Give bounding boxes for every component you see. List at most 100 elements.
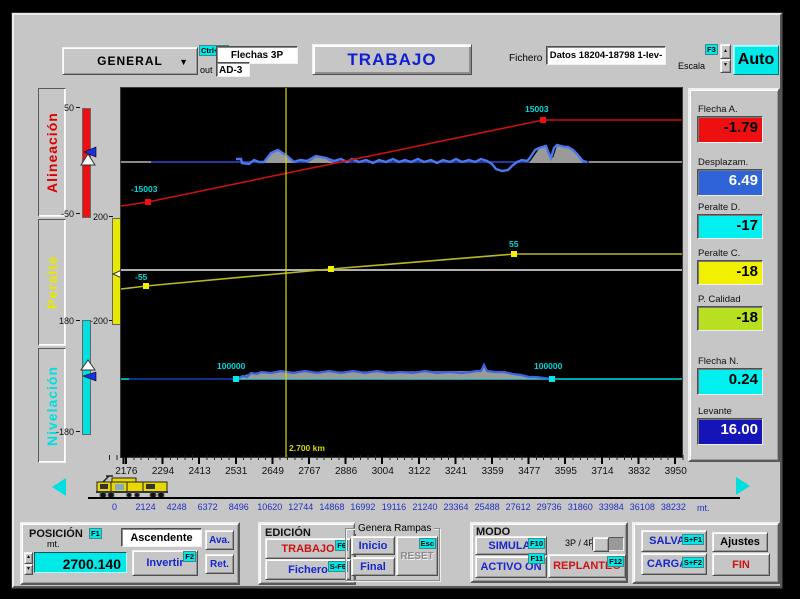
flecha-a-label: Flecha A. (698, 104, 738, 115)
3p-4p-toggle[interactable] (592, 537, 624, 552)
nivelacion-end-label: 100000 (534, 361, 563, 371)
posicion-panel: POSICIÓN F1 mt. Ascendente Ava. ▲ ▼ 2700… (20, 522, 240, 585)
meters-label: 10620 (257, 502, 283, 512)
nivelacion-end-point[interactable] (549, 376, 555, 382)
general-dropdown[interactable]: GENERAL ▼ (62, 47, 198, 75)
meters-label: 31860 (567, 502, 593, 512)
nivelacion-slider-marker[interactable] (78, 358, 100, 382)
f10-badge: F10 (528, 538, 545, 549)
peralte-start-point[interactable] (143, 283, 149, 289)
peralte-d-label: Peralte D. (698, 202, 741, 213)
posicion-unit-label: mt. (47, 539, 60, 549)
invertir-button[interactable]: Invertir F2 (132, 550, 198, 576)
nivelacion-scale-max: 180 (58, 316, 74, 326)
carga-button[interactable]: CARGA S+F2 (641, 553, 707, 575)
salva-button[interactable]: SALVA S+F1 (641, 530, 707, 552)
x-axis-label: 3950 (664, 466, 687, 477)
alineacion-start-point[interactable] (145, 199, 151, 205)
edicion-fichero-button[interactable]: Fichero S-F6 (265, 559, 351, 580)
avanzar-button[interactable]: Ava. (205, 530, 234, 550)
auto-button[interactable]: Auto (733, 45, 779, 75)
f1-badge: F1 (89, 528, 102, 539)
3p-4p-toggle-thumb[interactable] (593, 537, 609, 552)
meters-label: 27612 (505, 502, 531, 512)
position-spinner-down-icon[interactable]: ▼ (24, 563, 33, 575)
meters-label: 6372 (197, 502, 218, 512)
position-spinner[interactable]: ▲ ▼ (24, 552, 33, 575)
peralte-mid-point[interactable] (328, 266, 334, 272)
out-field[interactable]: AD-3 (216, 62, 250, 77)
reset-button[interactable]: RESET Esc (396, 536, 438, 576)
edicion-panel: EDICIÓN TRABAJO F6 Fichero S-F6 (258, 522, 356, 585)
peralte-end-point[interactable] (511, 251, 517, 257)
meters-label: 14868 (319, 502, 345, 512)
values-group-nivelacion: Flecha N. 0.24 Levante 16.00 (697, 356, 763, 456)
f3-badge: F3 (705, 44, 718, 55)
final-button[interactable]: Final (351, 557, 395, 576)
meters-label: 12744 (288, 502, 314, 512)
fichero-field[interactable]: Datos 18204-18798 1-lev- (546, 46, 666, 65)
p-calidad-value-box: -18 (697, 306, 763, 331)
edicion-fichero-label: Fichero (288, 563, 328, 576)
activo-on-button[interactable]: ACTIVO ON F11 (475, 553, 547, 578)
escala-spinner-down-icon[interactable]: ▼ (720, 58, 731, 73)
alineacion-slider-marker[interactable] (78, 144, 100, 168)
inicio-button[interactable]: Inicio (351, 536, 395, 555)
ajustes-button[interactable]: Ajustes (712, 532, 768, 552)
application-window: GENERAL ▼ Ctrl+F1 Flechas 3P out AD-3 TR… (0, 0, 800, 599)
out-label: out (200, 65, 213, 75)
s-f2-badge: S+F2 (681, 557, 704, 568)
flecha-n-value-box: 0.24 (697, 368, 763, 395)
edicion-trabajo-button[interactable]: TRABAJO F6 (265, 538, 351, 559)
escala-spinner[interactable]: ▲ ▼ (720, 44, 731, 73)
x-axis-label: 3004 (371, 466, 394, 477)
alineacion-end-point[interactable] (540, 117, 546, 123)
scroll-left-arrow[interactable] (52, 478, 66, 496)
x-axis-label: 2886 (334, 466, 358, 477)
trabajo-main-button[interactable]: TRABAJO (312, 44, 472, 75)
replanteo-button[interactable]: REPLANTEO F12 (548, 554, 626, 578)
s-f1-badge: S+F1 (681, 534, 704, 545)
x-axis-label: 3832 (627, 466, 651, 477)
invertir-label: Invertir (146, 557, 184, 569)
meters-label: 2124 (135, 502, 156, 512)
x-axis-label: 2767 (298, 466, 321, 477)
scroll-right-arrow[interactable] (736, 477, 750, 495)
axis-ruler-major-ticks (107, 455, 695, 464)
peralte-section-label: Peralte (38, 219, 66, 346)
modo-panel: MODO SIMULA. F10 ACTIVO ON F11 3P / 4P R… (470, 522, 628, 583)
escala-spinner-up-icon[interactable]: ▲ (720, 44, 731, 59)
f12-badge: F12 (607, 556, 624, 567)
flecha-n-label: Flecha N. (698, 356, 739, 367)
direction-field[interactable]: Ascendente (121, 528, 202, 547)
p-calidad-label: P. Calidad (698, 294, 741, 305)
meters-label: 29736 (536, 502, 562, 512)
meters-label: 36108 (629, 502, 655, 512)
meters-label: 16992 (350, 502, 376, 512)
archivo-panel: SALVA S+F1 Ajustes CARGA S+F2 FIN (632, 522, 780, 584)
track-geometry-chart[interactable]: -15003 15003 -55 55 100000 100000 2.700 … (120, 87, 683, 458)
retroceder-button[interactable]: Ret. (205, 554, 234, 574)
position-value-field[interactable]: 2700.140 (34, 552, 127, 573)
desplazam-value-box: 6.49 (697, 169, 763, 196)
salva-label: SALVA (649, 535, 685, 547)
escala-label: Escala (678, 61, 706, 71)
meters-label: 21240 (412, 502, 438, 512)
meters-unit-label: mt. (697, 503, 710, 513)
x-axis-label: 2531 (225, 466, 248, 477)
values-group-flecha: Flecha A. -1.79 Desplazam. 6.49 (697, 104, 763, 210)
fichero-label: Fichero : (509, 53, 548, 64)
fin-button[interactable]: FIN (712, 553, 770, 576)
position-spinner-up-icon[interactable]: ▲ (24, 552, 33, 564)
alineacion-scale-max: 50 (63, 103, 74, 113)
cursor-km-label: 2.700 km (289, 443, 325, 453)
meters-label: 19116 (381, 502, 407, 512)
peralte-c-label: Peralte C. (698, 248, 741, 259)
genera-rampas-title: Genera Rampas (355, 523, 435, 534)
levante-label: Levante (698, 406, 732, 417)
x-axis-label: 2413 (188, 466, 211, 477)
x-axis-label: 3241 (444, 466, 468, 477)
x-axis-labels: 2176 2294 2413 2531 2649 2767 2886 3004 3122 3241… (108, 466, 694, 478)
nivelacion-start-point[interactable] (233, 376, 239, 382)
x-axis-label: 3714 (591, 466, 614, 477)
